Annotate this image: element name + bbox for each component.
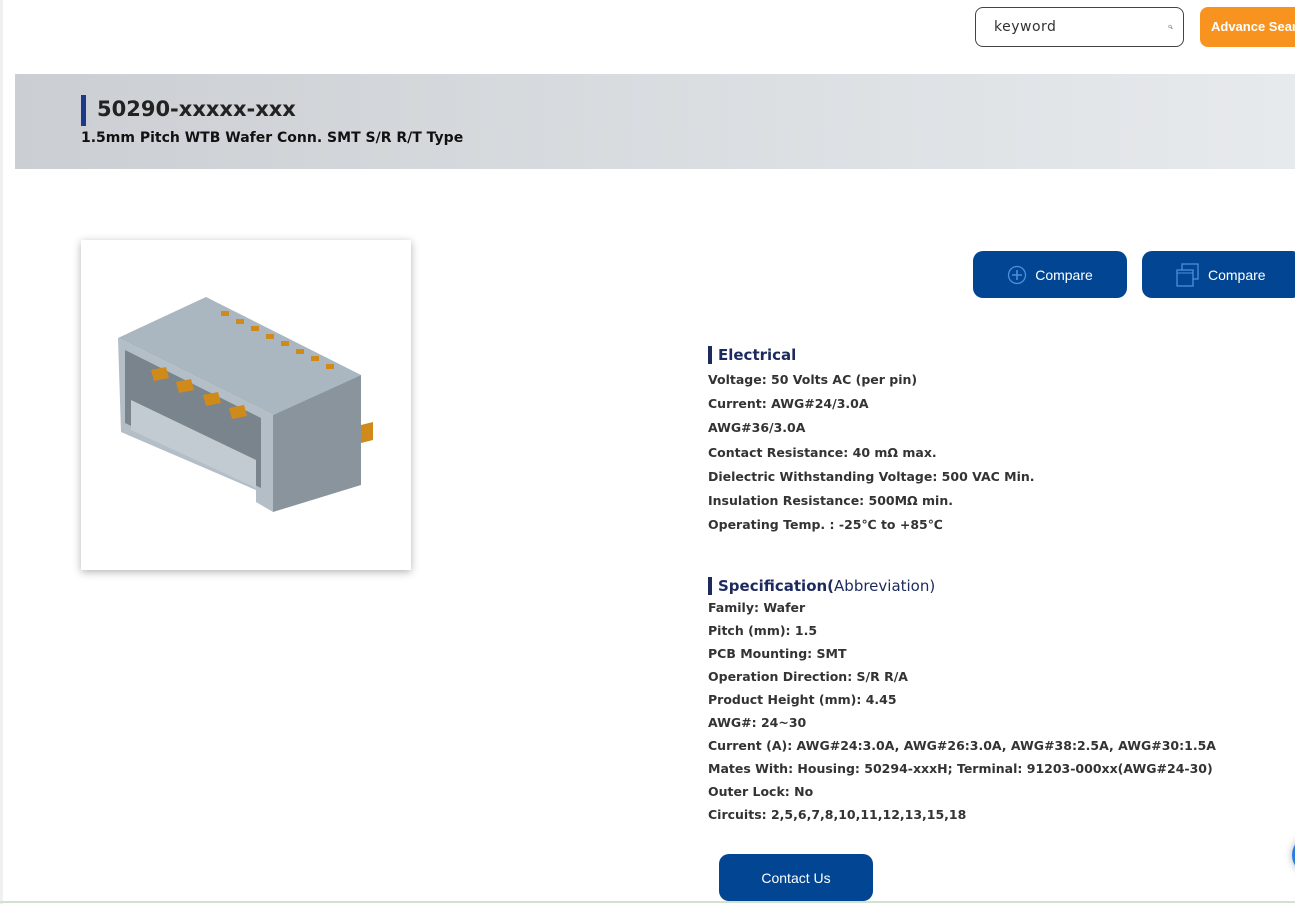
page-edge — [0, 0, 3, 904]
electrical-heading: Electrical — [718, 346, 797, 364]
contact-us-button[interactable]: Contact Us — [719, 854, 873, 901]
compare-add-label: Compare — [1035, 266, 1093, 283]
electrical-section: Electrical Voltage: 50 Volts AC (per pin… — [708, 346, 1035, 537]
electrical-line: Insulation Resistance: 500MΩ min. — [708, 492, 953, 508]
page-title: 50290-xxxxx-xxx — [97, 97, 296, 121]
abbreviation-label: Abbreviation) — [834, 577, 936, 595]
title-accent-bar — [81, 95, 86, 126]
spec-line: Mates With: Housing: 50294-xxxH; Termina… — [708, 761, 1213, 776]
view-compare-button[interactable]: Compare — [1142, 251, 1295, 298]
spec-line: Current (A): AWG#24:3.0A, AWG#26:3.0A, A… — [708, 738, 1216, 753]
contact-label: Contact Us — [761, 869, 831, 886]
plus-circle-icon — [1008, 265, 1027, 284]
heading-bar — [708, 346, 712, 364]
search-input[interactable] — [994, 19, 1168, 35]
electrical-line: Dielectric Withstanding Voltage: 500 VAC… — [708, 468, 1035, 484]
search-box[interactable] — [975, 7, 1184, 47]
electrical-line: Voltage: 50 Volts AC (per pin) — [708, 372, 918, 387]
compare-view-label: Compare — [1208, 266, 1266, 283]
spec-line: Product Height (mm): 4.45 — [708, 692, 897, 707]
spec-line: AWG#: 24~30 — [708, 715, 807, 730]
heading-bar — [708, 577, 712, 595]
electrical-line: AWG#36/3.0A — [708, 420, 806, 436]
product-image[interactable] — [81, 240, 411, 570]
product-header-band — [15, 74, 1295, 169]
electrical-line: Operating Temp. : -25℃ to +85℃ — [708, 517, 943, 533]
connector-image — [118, 297, 373, 512]
product-subtitle: 1.5mm Pitch WTB Wafer Conn. SMT S/R R/T … — [81, 130, 464, 146]
search-icon[interactable] — [1168, 18, 1173, 36]
spec-line: Outer Lock: No — [708, 784, 814, 799]
spec-line: PCB Mounting: SMT — [708, 646, 847, 661]
spec-line: Family: Wafer — [708, 600, 806, 615]
spec-line: Circuits: 2,5,6,7,8,10,11,12,13,15,18 — [708, 807, 967, 822]
spec-line: Pitch (mm): 1.5 — [708, 623, 818, 638]
electrical-line: Contact Resistance: 40 mΩ max. — [708, 444, 937, 460]
specification-heading: Specification( — [718, 577, 835, 595]
electrical-line: Current: AWG#24/3.0A — [708, 396, 869, 412]
advance-search-button[interactable]: Advance Search — [1200, 7, 1295, 47]
bottom-divider — [0, 901, 1295, 903]
add-to-compare-button[interactable]: Compare — [973, 251, 1127, 298]
spec-line: Operation Direction: S/R R/A — [708, 669, 908, 684]
specification-section: Specification( Abbreviation) Family: Waf… — [708, 577, 1216, 826]
windows-icon — [1176, 262, 1199, 287]
